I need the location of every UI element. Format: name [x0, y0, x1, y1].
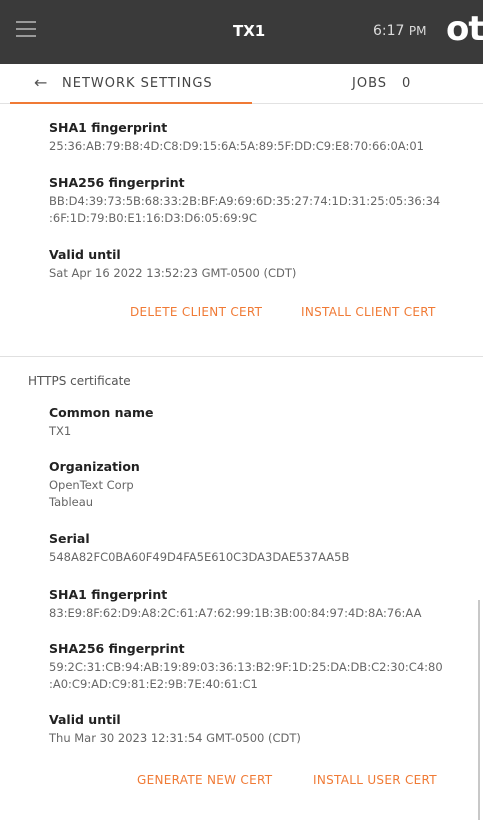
back-arrow-icon[interactable]: ←	[34, 73, 47, 92]
delete-client-cert-button[interactable]: DELETE CLIENT CERT	[130, 305, 262, 319]
hamburger-menu-icon[interactable]	[16, 21, 36, 39]
serial-field: Serial 548A82FC0BA60F49D4FA5E610C3DA3DAE…	[49, 531, 349, 566]
https-valid-until-value: Thu Mar 30 2023 12:31:54 GMT-0500 (CDT)	[49, 731, 301, 745]
https-sha256-value-line1: 59:2C:31:CB:94:AB:19:89:03:36:13:B2:9F:1…	[49, 660, 443, 674]
https-sha256-field: SHA256 fingerprint 59:2C:31:CB:94:AB:19:…	[49, 641, 443, 693]
https-sha256-label: SHA256 fingerprint	[49, 641, 185, 656]
brand-logo: ot	[446, 9, 483, 49]
generate-new-cert-button[interactable]: GENERATE NEW CERT	[137, 773, 272, 787]
client-sha256-label: SHA256 fingerprint	[49, 175, 185, 190]
https-valid-until-field: Valid until Thu Mar 30 2023 12:31:54 GMT…	[49, 712, 301, 747]
https-sha1-label: SHA1 fingerprint	[49, 587, 168, 602]
common-name-label: Common name	[49, 405, 154, 420]
client-valid-until-value: Sat Apr 16 2022 13:52:23 GMT-0500 (CDT)	[49, 266, 297, 280]
https-sha1-field: SHA1 fingerprint 83:E9:8F:62:D9:A8:2C:61…	[49, 587, 421, 622]
https-certificate-heading: HTTPS certificate	[28, 374, 131, 388]
device-title: TX1	[233, 22, 266, 40]
organization-label: Organization	[49, 459, 140, 474]
tab-bar: NETWORK SETTINGS ← JOBS 0	[0, 64, 483, 104]
client-sha1-field: SHA1 fingerprint 25:36:AB:79:B8:4D:C8:D9…	[49, 120, 424, 155]
common-name-field: Common name TX1	[49, 405, 154, 440]
clock: 6:17 PM	[373, 23, 427, 39]
section-divider	[0, 356, 483, 357]
clock-ampm: PM	[408, 24, 427, 38]
tab-jobs[interactable]: JOBS 0	[352, 76, 411, 91]
client-sha1-value: 25:36:AB:79:B8:4D:C8:D9:15:6A:5A:89:5F:D…	[49, 139, 424, 153]
client-sha256-value-line2: :6F:1D:79:B0:E1:16:D3:D6:05:69:9C	[49, 211, 257, 225]
clock-time: 6:17	[373, 23, 405, 39]
serial-value: 548A82FC0BA60F49D4FA5E610C3DA3DAE537AA5B	[49, 550, 350, 564]
install-user-cert-button[interactable]: INSTALL USER CERT	[313, 773, 437, 787]
client-valid-until-field: Valid until Sat Apr 16 2022 13:52:23 GMT…	[49, 247, 296, 282]
organization-value-line2: Tableau	[49, 495, 94, 509]
serial-label: Serial	[49, 531, 90, 546]
active-tab-indicator	[10, 102, 252, 104]
install-client-cert-button[interactable]: INSTALL CLIENT CERT	[301, 305, 436, 319]
common-name-value: TX1	[49, 424, 72, 438]
client-sha256-value-line1: BB:D4:39:73:5B:68:33:2B:BF:A9:69:6D:35:2…	[49, 194, 441, 208]
app-header: TX1 6:17 PM ot	[0, 0, 483, 64]
tab-jobs-label: JOBS	[352, 76, 388, 91]
scrollbar[interactable]	[478, 600, 480, 820]
client-valid-until-label: Valid until	[49, 247, 121, 262]
jobs-count-badge: 0	[402, 76, 412, 91]
client-sha256-field: SHA256 fingerprint BB:D4:39:73:5B:68:33:…	[49, 175, 440, 227]
tab-network-settings-label: NETWORK SETTINGS	[62, 76, 213, 91]
https-valid-until-label: Valid until	[49, 712, 121, 727]
https-sha256-value-line2: :A0:C9:AD:C9:81:E2:9B:7E:40:61:C1	[49, 677, 258, 691]
https-sha1-value: 83:E9:8F:62:D9:A8:2C:61:A7:62:99:1B:3B:0…	[49, 606, 422, 620]
organization-value-line1: OpenText Corp	[49, 478, 134, 492]
organization-field: Organization OpenText Corp Tableau	[49, 459, 140, 511]
client-sha1-label: SHA1 fingerprint	[49, 120, 168, 135]
